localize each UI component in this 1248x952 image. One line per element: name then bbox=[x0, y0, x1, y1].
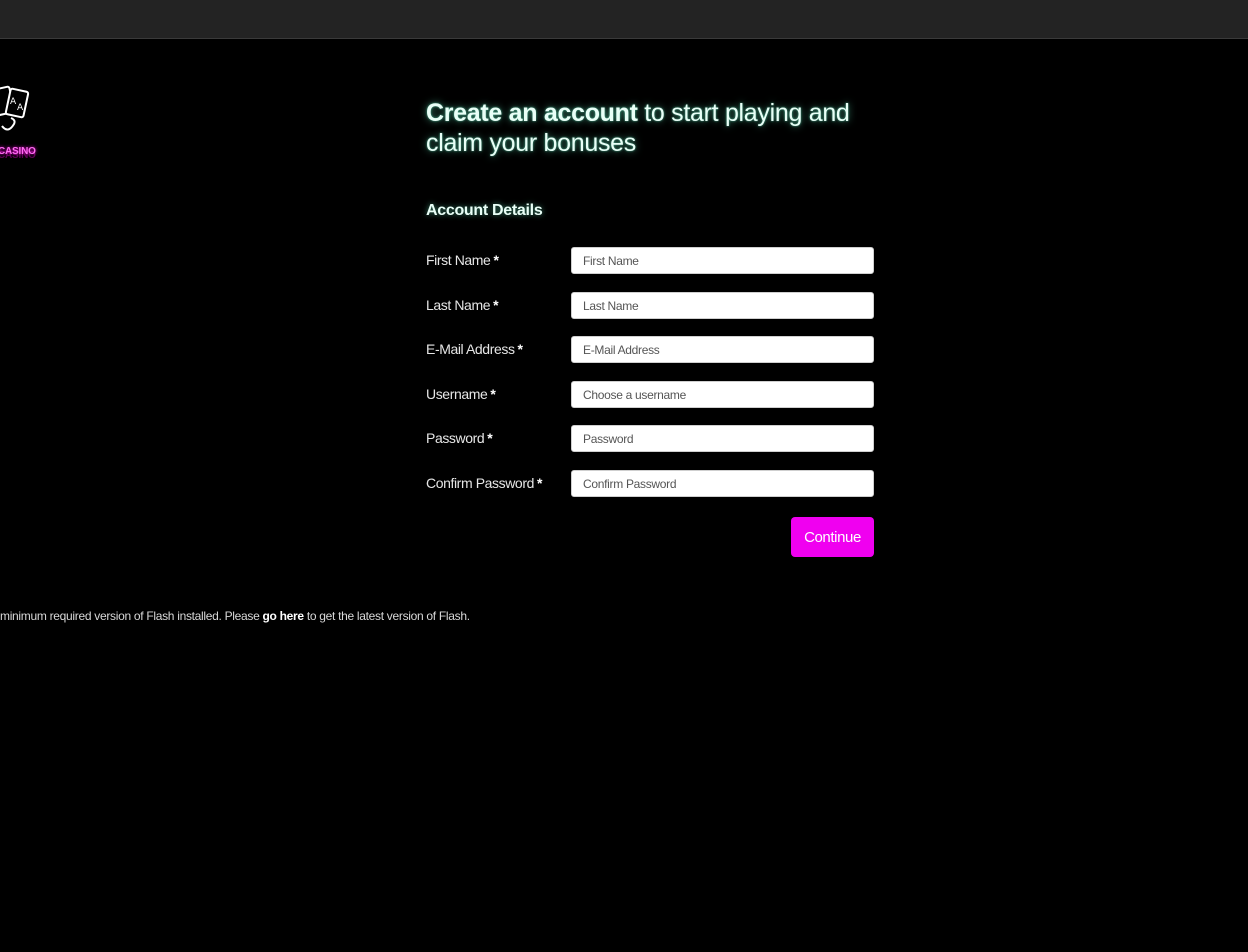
page-headline: Create an account to start playing and c… bbox=[426, 98, 874, 158]
field-row-email: E-Mail Address * bbox=[426, 336, 874, 364]
required-marker: * bbox=[487, 430, 493, 446]
field-row-username: Username * bbox=[426, 381, 874, 409]
email-input[interactable] bbox=[571, 336, 874, 363]
required-marker: * bbox=[536, 475, 543, 491]
flash-notice-prefix: minimum required version of Flash instal… bbox=[0, 609, 263, 623]
logo-text: CASINO bbox=[0, 146, 36, 157]
casino-logo[interactable]: A A CASINO bbox=[0, 80, 40, 164]
username-input[interactable] bbox=[571, 381, 874, 408]
required-marker: * bbox=[490, 386, 496, 402]
flash-download-link[interactable]: go here bbox=[263, 609, 305, 623]
required-marker: * bbox=[493, 297, 499, 313]
field-label-username: Username * bbox=[426, 386, 496, 402]
field-row-last-name: Last Name * bbox=[426, 292, 874, 320]
signup-panel: Create an account to start playing and c… bbox=[426, 98, 874, 557]
continue-button[interactable]: Continue bbox=[791, 517, 874, 557]
field-row-first-name: First Name * bbox=[426, 247, 874, 275]
flash-notice-suffix: to get the latest version of Flash. bbox=[303, 609, 470, 623]
playing-cards-icon: A A bbox=[0, 85, 30, 131]
first-name-input[interactable] bbox=[571, 247, 874, 274]
svg-text:A: A bbox=[17, 103, 24, 113]
confirm-password-input[interactable] bbox=[571, 470, 874, 497]
field-row-confirm-password: Confirm Password * bbox=[426, 470, 874, 498]
field-label-password: Password * bbox=[426, 430, 493, 446]
svg-text:A: A bbox=[10, 97, 17, 107]
field-label-last-name: Last Name * bbox=[426, 297, 499, 313]
field-label-confirm-password: Confirm Password * bbox=[426, 475, 543, 491]
field-label-first-name: First Name * bbox=[426, 252, 499, 268]
headline-strong: Create an account bbox=[426, 99, 638, 127]
flash-notice: minimum required version of Flash instal… bbox=[0, 609, 470, 623]
section-title-account-details: Account Details bbox=[426, 202, 543, 219]
field-label-email: E-Mail Address * bbox=[426, 341, 523, 357]
field-row-password: Password * bbox=[426, 425, 874, 453]
last-name-input[interactable] bbox=[571, 292, 874, 319]
required-marker: * bbox=[517, 341, 523, 357]
required-marker: * bbox=[493, 252, 499, 268]
browser-top-bar bbox=[0, 0, 1248, 39]
password-input[interactable] bbox=[571, 425, 874, 452]
